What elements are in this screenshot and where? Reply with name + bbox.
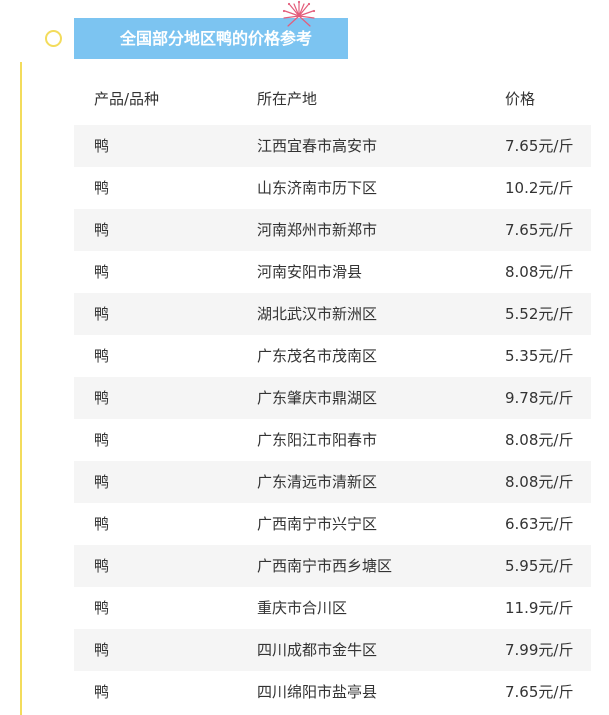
cell-price: 5.52元/斤 — [505, 305, 574, 323]
cell-product: 鸭 — [94, 389, 110, 407]
cell-product: 鸭 — [94, 599, 110, 617]
table-header: 产品/品种 所在产地 价格 — [74, 78, 591, 120]
table-row: 鸭 广西南宁市西乡塘区 5.95元/斤 — [74, 545, 591, 587]
cell-origin: 重庆市合川区 — [257, 599, 348, 617]
cell-product: 鸭 — [94, 515, 110, 533]
cell-price: 8.08元/斤 — [505, 473, 574, 491]
cell-product: 鸭 — [94, 305, 110, 323]
firework-icon — [282, 0, 316, 27]
circle-outline-icon — [45, 30, 62, 47]
cell-product: 鸭 — [94, 221, 110, 239]
cell-price: 6.63元/斤 — [505, 515, 574, 533]
cell-origin: 广西南宁市西乡塘区 — [257, 557, 393, 575]
cell-product: 鸭 — [94, 263, 110, 281]
cell-price: 10.2元/斤 — [505, 179, 574, 197]
table-row: 鸭 河南郑州市新郑市 7.65元/斤 — [74, 209, 591, 251]
table-row: 鸭 山东济南市历下区 10.2元/斤 — [74, 167, 591, 209]
price-table: 鸭 江西宜春市高安市 7.65元/斤 鸭 山东济南市历下区 10.2元/斤 鸭 … — [74, 125, 591, 713]
header-price: 价格 — [505, 90, 536, 108]
cell-origin: 河南郑州市新郑市 — [257, 221, 378, 239]
table-row: 鸭 广东清远市清新区 8.08元/斤 — [74, 461, 591, 503]
table-row: 鸭 广东肇庆市鼎湖区 9.78元/斤 — [74, 377, 591, 419]
cell-origin: 广东茂名市茂南区 — [257, 347, 378, 365]
cell-origin: 广东肇庆市鼎湖区 — [257, 389, 378, 407]
table-row: 鸭 四川绵阳市盐亭县 7.65元/斤 — [74, 671, 591, 713]
cell-price: 9.78元/斤 — [505, 389, 574, 407]
cell-price: 8.08元/斤 — [505, 263, 574, 281]
table-row: 鸭 湖北武汉市新洲区 5.52元/斤 — [74, 293, 591, 335]
cell-origin: 广东清远市清新区 — [257, 473, 378, 491]
cell-origin: 江西宜春市高安市 — [257, 137, 378, 155]
cell-product: 鸭 — [94, 557, 110, 575]
cell-product: 鸭 — [94, 683, 110, 701]
section-title: 全国部分地区鸭的价格参考 — [120, 29, 313, 48]
cell-product: 鸭 — [94, 641, 110, 659]
table-row: 鸭 广西南宁市兴宁区 6.63元/斤 — [74, 503, 591, 545]
cell-price: 7.65元/斤 — [505, 137, 574, 155]
table-row: 鸭 四川成都市金牛区 7.99元/斤 — [74, 629, 591, 671]
cell-price: 5.95元/斤 — [505, 557, 574, 575]
timeline-line — [20, 62, 22, 715]
cell-product: 鸭 — [94, 473, 110, 491]
cell-origin: 四川绵阳市盐亭县 — [257, 683, 378, 701]
header-product: 产品/品种 — [94, 90, 160, 108]
cell-product: 鸭 — [94, 179, 110, 197]
cell-origin: 河南安阳市滑县 — [257, 263, 363, 281]
cell-origin: 广东阳江市阳春市 — [257, 431, 378, 449]
cell-product: 鸭 — [94, 431, 110, 449]
cell-price: 7.65元/斤 — [505, 683, 574, 701]
header-origin: 所在产地 — [257, 90, 318, 108]
cell-price: 7.65元/斤 — [505, 221, 574, 239]
cell-price: 8.08元/斤 — [505, 431, 574, 449]
table-row: 鸭 广东阳江市阳春市 8.08元/斤 — [74, 419, 591, 461]
table-row: 鸭 重庆市合川区 11.9元/斤 — [74, 587, 591, 629]
table-row: 鸭 河南安阳市滑县 8.08元/斤 — [74, 251, 591, 293]
cell-price: 11.9元/斤 — [505, 599, 574, 617]
cell-origin: 四川成都市金牛区 — [257, 641, 378, 659]
cell-product: 鸭 — [94, 137, 110, 155]
cell-origin: 山东济南市历下区 — [257, 179, 378, 197]
cell-product: 鸭 — [94, 347, 110, 365]
table-row: 鸭 江西宜春市高安市 7.65元/斤 — [74, 125, 591, 167]
cell-origin: 广西南宁市兴宁区 — [257, 515, 378, 533]
table-row: 鸭 广东茂名市茂南区 5.35元/斤 — [74, 335, 591, 377]
cell-price: 5.35元/斤 — [505, 347, 574, 365]
cell-price: 7.99元/斤 — [505, 641, 574, 659]
cell-origin: 湖北武汉市新洲区 — [257, 305, 378, 323]
